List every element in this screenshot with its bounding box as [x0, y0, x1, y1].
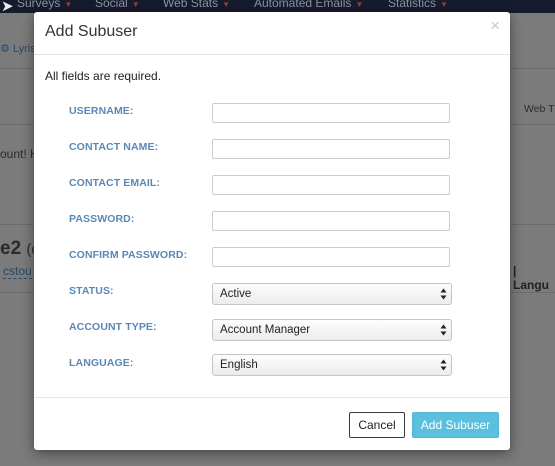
cancel-button[interactable]: Cancel: [349, 412, 405, 438]
nav-item-label: Surveys: [17, 0, 61, 10]
account-type-label: ACCOUNT TYPE:: [69, 321, 157, 333]
confirm-password-label: CONFIRM PASSWORD:: [69, 249, 188, 261]
nav-item-statistics[interactable]: Statistics ▼: [388, 0, 448, 10]
status-select[interactable]: Active: [212, 283, 452, 305]
nav-item-label: Web Stats: [163, 0, 219, 10]
add-subuser-modal: Add Subuser × All fields are required. U…: [34, 12, 510, 450]
language-column-fragment: | Langu: [513, 264, 549, 292]
close-icon[interactable]: ×: [490, 17, 500, 34]
modal-footer: Cancel Add Subuser: [34, 397, 510, 451]
breadcrumb-fragment[interactable]: ⚙ Lyris: [0, 42, 36, 55]
password-label: PASSWORD:: [69, 213, 135, 225]
username-input[interactable]: [212, 103, 450, 123]
nav-item-label: Social: [95, 0, 128, 10]
account-type-selected-value: Account Manager: [220, 324, 311, 336]
user-link-fragment[interactable]: cstou: [3, 264, 32, 279]
confirm-password-input[interactable]: [212, 247, 450, 267]
breadcrumb-text: Lyris: [12, 43, 36, 55]
language-label: LANGUAGE:: [69, 357, 134, 369]
contact-email-label: CONTACT EMAIL:: [69, 177, 161, 189]
modal-title: Add Subuser: [45, 23, 138, 40]
modal-header: Add Subuser ×: [34, 12, 510, 55]
language-select[interactable]: English: [212, 354, 452, 376]
contact-name-input[interactable]: [212, 139, 450, 159]
caret-down-icon: ▼: [440, 0, 448, 9]
heading-text: e2: [0, 238, 22, 259]
nav-item-label: Statistics: [388, 0, 437, 10]
caret-down-icon: ▼: [355, 0, 364, 9]
nav-item-social[interactable]: Social ▼: [95, 0, 140, 10]
caret-down-icon: ▼: [131, 0, 140, 9]
username-label: USERNAME:: [69, 105, 134, 117]
account-message-fragment: ount! H: [0, 147, 39, 161]
mouse-cursor-icon: ➤: [1, 0, 14, 13]
select-arrows-icon: [440, 323, 447, 337]
select-arrows-icon: [440, 358, 447, 372]
nav-item-surveys[interactable]: Surveys ▼: [17, 0, 72, 10]
nav-item-web-stats[interactable]: Web Stats ▼: [163, 0, 230, 10]
contact-name-label: CONTACT NAME:: [69, 141, 159, 153]
status-label: STATUS:: [69, 285, 114, 297]
caret-down-icon: ▼: [222, 0, 231, 9]
account-type-select[interactable]: Account Manager: [212, 319, 452, 341]
add-subuser-button[interactable]: Add Subuser: [412, 412, 499, 438]
required-fields-note: All fields are required.: [45, 69, 162, 83]
status-selected-value: Active: [220, 288, 252, 300]
contact-email-input[interactable]: [212, 175, 450, 195]
nav-item-label: Automated Emails: [254, 0, 352, 10]
caret-down-icon: ▼: [64, 0, 73, 9]
web-tab-fragment[interactable]: Web T: [524, 103, 555, 115]
language-selected-value: English: [220, 359, 258, 371]
nav-item-automated-emails[interactable]: Automated Emails ▼: [254, 0, 363, 10]
select-arrows-icon: [440, 287, 447, 301]
password-input[interactable]: [212, 211, 450, 231]
